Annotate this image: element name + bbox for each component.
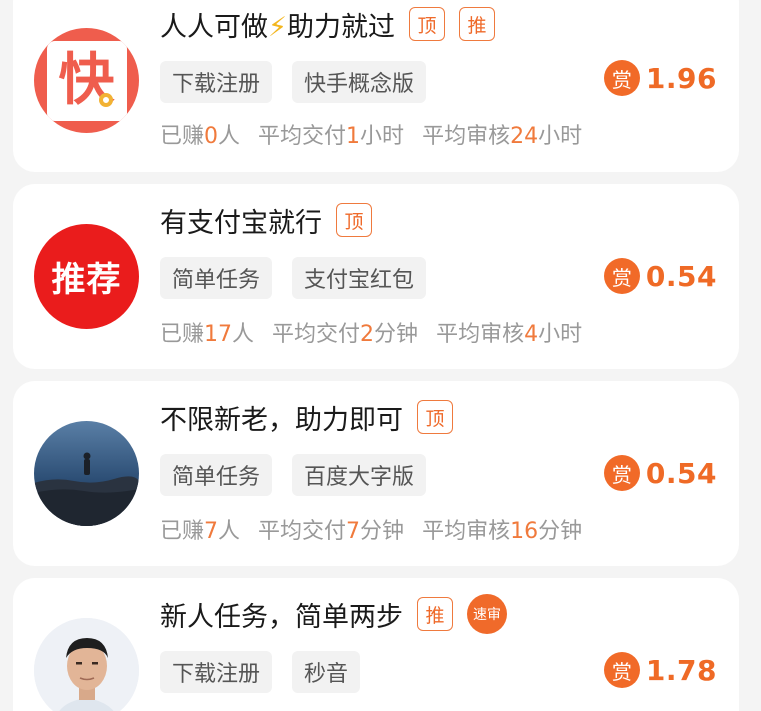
kuaishou-logo-dot [98,92,113,107]
stat-avg-review: 平均审核4小时 [436,322,583,347]
task-title-row: 新人任务，简单两步 推 速审 [160,594,507,634]
task-title: 人人可做⚡助力就过 [160,5,395,44]
portrait-avatar [34,618,139,711]
portrait-image [34,618,139,711]
reward-icon: 赏 [603,258,640,294]
task-title-row: 有支付宝就行 顶 [160,200,372,240]
task-title-row: 不限新老，助力即可 顶 [160,397,453,437]
reward-value: 0.54 [645,456,717,490]
task-tag: 简单任务 [160,454,273,496]
stat-avg-delivery: 平均交付2分钟 [272,322,419,347]
task-stats: 已赚17人 平均交付2分钟 平均审核4小时 [160,316,600,348]
task-title-prefix: 人人可做 [160,11,268,43]
lightning-icon: ⚡ [268,11,287,43]
recommend-avatar: 推荐 [34,224,139,329]
task-tag: 支付宝红包 [292,257,427,299]
stat-avg-review: 平均审核24小时 [422,124,583,149]
recommended-badge: 推 [458,7,495,41]
reward-value: 1.96 [645,61,717,95]
reward-value: 0.54 [645,259,717,293]
task-title: 新人任务，简单两步 [160,601,403,633]
task-title-row: 人人可做⚡助力就过 顶 推 [160,4,495,44]
task-stats: 已赚7人 平均交付7分钟 平均审核16分钟 [160,513,600,545]
fast-review-badge: 速审 [467,594,507,634]
reward-amount: 赏 1.96 [603,60,717,96]
kuaishou-logo-tile: 快 [46,40,127,121]
task-tag: 简单任务 [160,257,273,299]
stat-avg-delivery: 平均交付7分钟 [258,519,405,544]
pinned-badge: 顶 [417,400,453,434]
task-card-3[interactable]: 不限新老，助力即可 顶 简单任务 百度大字版 赏 0.54 已赚7人 平均交付7… [13,381,739,566]
task-tag: 下载注册 [160,651,273,693]
stat-avg-review: 平均审核16分钟 [422,519,583,544]
pinned-badge: 顶 [336,203,372,237]
task-tag: 秒音 [292,651,361,693]
reward-icon: 赏 [603,652,640,688]
task-card-2[interactable]: 推荐 有支付宝就行 顶 简单任务 支付宝红包 赏 0.54 已赚17人 平均交付… [13,184,739,369]
task-card-4[interactable]: 新人任务，简单两步 推 速审 下载注册 秒音 赏 1.78 [13,578,739,711]
task-tag: 下载注册 [160,61,273,103]
seaside-photo-image [34,421,139,526]
task-tag: 百度大字版 [292,454,427,496]
task-tags: 下载注册 快手概念版 [160,61,446,103]
stat-avg-delivery: 平均交付1小时 [258,124,405,149]
task-title: 不限新老，助力即可 [160,404,403,436]
seaside-photo-avatar [34,421,139,526]
task-title-suffix: 助力就过 [286,11,395,43]
task-tags: 简单任务 百度大字版 [160,454,446,496]
reward-amount: 赏 0.54 [603,455,717,491]
stat-earned: 已赚17人 [160,322,255,347]
pinned-badge: 顶 [408,7,445,41]
task-title: 有支付宝就行 [160,207,322,239]
reward-amount: 赏 0.54 [603,258,717,294]
reward-icon: 赏 [603,455,640,491]
stat-earned: 已赚0人 [160,124,241,149]
kuaishou-logo-avatar: 快 [34,28,139,133]
task-tags: 下载注册 秒音 [160,651,380,693]
task-card-1[interactable]: 快 人人可做⚡助力就过 顶 推 下载注册 快手概念版 赏 1.96 已赚0人 平… [13,0,739,172]
task-tag: 快手概念版 [292,61,427,103]
reward-value: 1.78 [645,653,717,687]
recommended-badge: 推 [417,597,453,631]
task-stats: 已赚0人 平均交付1小时 平均审核24小时 [160,118,600,150]
task-tags: 简单任务 支付宝红包 [160,257,446,299]
recommend-avatar-text: 推荐 [51,260,122,300]
reward-icon: 赏 [603,60,640,96]
stat-earned: 已赚7人 [160,519,241,544]
reward-amount: 赏 1.78 [603,652,717,688]
